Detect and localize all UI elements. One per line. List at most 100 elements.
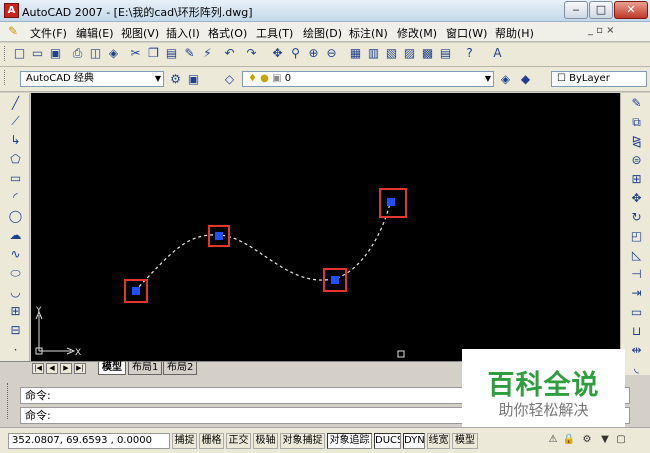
drawing-canvas[interactable]: Y X	[31, 93, 620, 361]
last-tab-button[interactable]: ▶|	[74, 363, 86, 374]
document-window-controls[interactable]: _ ▫ ×	[588, 25, 615, 36]
redo-icon[interactable]: ↷	[244, 46, 259, 61]
menu-dimension[interactable]: 标注(N)	[349, 25, 388, 41]
extend-icon[interactable]: ⇥	[629, 286, 644, 301]
grip-point-1[interactable]	[132, 287, 140, 295]
pan-icon[interactable]: ✥	[270, 46, 285, 61]
zoom-previous-icon[interactable]: ⊖	[324, 46, 339, 61]
new-icon[interactable]: □	[12, 46, 27, 61]
menu-modify[interactable]: 修改(M)	[397, 25, 437, 41]
text-style-icon[interactable]: A	[490, 46, 505, 61]
join-icon[interactable]: ⊔	[629, 324, 644, 339]
spline-icon[interactable]: ∿	[8, 247, 23, 262]
circle-icon[interactable]: ◯	[8, 209, 23, 224]
move-icon[interactable]: ✥	[629, 191, 644, 206]
scale-icon[interactable]: ◰	[629, 229, 644, 244]
menu-edit[interactable]: 编辑(E)	[76, 25, 114, 41]
tab-layout1[interactable]: 布局1	[128, 362, 163, 375]
tool-palettes-icon[interactable]: ▧	[384, 46, 399, 61]
offset-icon[interactable]: ⊜	[629, 153, 644, 168]
ellipse-arc-icon[interactable]: ◡	[8, 285, 23, 300]
status-menu-chevron-icon[interactable]: ▼	[598, 433, 612, 447]
paste-icon[interactable]: ▤	[164, 46, 179, 61]
grip-point-2[interactable]	[215, 232, 223, 240]
copy-object-icon[interactable]: ⧉	[629, 115, 644, 130]
publish-icon[interactable]: ◈	[106, 46, 121, 61]
grip-point-4[interactable]	[387, 198, 395, 206]
toolbar-lock-icon[interactable]: 🔒	[562, 433, 576, 447]
layer-manager-icon[interactable]: ◇	[222, 72, 237, 87]
minimize-button[interactable]: ‒	[564, 1, 588, 19]
chamfer-icon[interactable]: ⇹	[629, 343, 644, 358]
rectangle-icon[interactable]: ▭	[8, 171, 23, 186]
menu-draw[interactable]: 绘图(D)	[303, 25, 342, 41]
menu-window[interactable]: 窗口(W)	[446, 25, 487, 41]
menu-format[interactable]: 格式(O)	[208, 25, 247, 41]
make-object-layer-current-icon[interactable]: ◈	[498, 72, 513, 87]
dyn-button[interactable]: DYN	[403, 433, 425, 449]
plot-preview-icon[interactable]: ◫	[88, 46, 103, 61]
construction-line-icon[interactable]: ⟋	[8, 114, 23, 129]
workspace-save-icon[interactable]: ▣	[186, 72, 201, 87]
calculator-icon[interactable]: ▤	[438, 46, 453, 61]
toolbar-grip[interactable]	[4, 46, 7, 61]
next-tab-button[interactable]: ▶	[60, 363, 72, 374]
ellipse-icon[interactable]: ⬭	[8, 266, 23, 281]
menu-help[interactable]: 帮助(H)	[495, 25, 534, 41]
spline-curve[interactable]	[134, 202, 391, 292]
previous-tab-button[interactable]: ◀	[46, 363, 58, 374]
copy-icon[interactable]: ❐	[146, 46, 161, 61]
design-center-icon[interactable]: ▥	[366, 46, 381, 61]
match-properties-icon[interactable]: ✎	[182, 46, 197, 61]
menu-file[interactable]: 文件(F)	[30, 25, 67, 41]
workspace-settings-icon[interactable]: ⚙	[168, 72, 183, 87]
arc-icon[interactable]: ◜	[8, 190, 23, 205]
break-icon[interactable]: ▭	[629, 305, 644, 320]
layer-select[interactable]: ♦ ● ▣ 0 ▼	[242, 71, 494, 87]
stretch-icon[interactable]: ◺	[629, 248, 644, 263]
polar-button[interactable]: 极轴	[253, 433, 278, 449]
polygon-icon[interactable]: ⬠	[8, 152, 23, 167]
linetype-select[interactable]: ☐ ByLayer	[551, 71, 647, 87]
ducs-button[interactable]: DUCS	[374, 433, 401, 449]
markup-icon[interactable]: ▩	[420, 46, 435, 61]
communication-center-icon[interactable]: ⚠	[546, 433, 560, 447]
maximize-button[interactable]: □	[589, 1, 613, 19]
print-icon[interactable]: ⎙	[70, 46, 85, 61]
layer-previous-icon[interactable]: ◆	[518, 72, 533, 87]
document-icon[interactable]: ✎	[8, 24, 18, 38]
command-window-grip[interactable]	[7, 383, 10, 419]
coordinate-readout[interactable]: 352.0807, 69.6593 , 0.0000	[8, 433, 170, 449]
revision-cloud-icon[interactable]: ☁	[8, 228, 23, 243]
menu-insert[interactable]: 插入(I)	[166, 25, 200, 41]
lineweight-button[interactable]: 线宽	[427, 433, 450, 449]
make-block-icon[interactable]: ⊟	[8, 323, 23, 338]
help-icon[interactable]: ?	[462, 46, 477, 61]
erase-icon[interactable]: ✎	[629, 96, 644, 111]
close-button[interactable]: ✕	[614, 1, 648, 19]
menu-tools[interactable]: 工具(T)	[256, 25, 293, 41]
tab-layout2[interactable]: 布局2	[163, 362, 198, 375]
grip-point-3[interactable]	[331, 276, 339, 284]
undo-icon[interactable]: ↶	[222, 46, 237, 61]
menu-view[interactable]: 视图(V)	[121, 25, 159, 41]
otrack-button[interactable]: 对象追踪	[327, 433, 372, 449]
rotate-icon[interactable]: ↻	[629, 210, 644, 225]
properties-icon[interactable]: ▦	[348, 46, 363, 61]
sheet-set-icon[interactable]: ▨	[402, 46, 417, 61]
model-button[interactable]: 模型	[452, 433, 478, 449]
grid-button[interactable]: 栅格	[199, 433, 224, 449]
line-icon[interactable]: ╱	[8, 96, 23, 111]
osnap-button[interactable]: 对象捕捉	[280, 433, 325, 449]
toolbar-grip[interactable]	[4, 70, 7, 85]
tray-settings-icon[interactable]: ⚙	[580, 433, 594, 447]
insert-block-icon[interactable]: ⊞	[8, 304, 23, 319]
open-icon[interactable]: ▭	[30, 46, 45, 61]
fillet-icon[interactable]: ◟	[629, 361, 644, 376]
zoom-window-icon[interactable]: ⊕	[306, 46, 321, 61]
clean-screen-icon[interactable]: ▢	[614, 433, 628, 447]
workspace-select[interactable]: AutoCAD 经典 ▼	[20, 71, 164, 87]
autocad-app-icon[interactable]: A	[4, 3, 19, 18]
mirror-icon[interactable]: ⧎	[629, 134, 644, 149]
zoom-realtime-icon[interactable]: ⚲	[288, 46, 303, 61]
